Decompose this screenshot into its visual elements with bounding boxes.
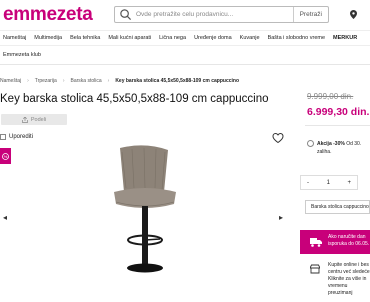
compare-label: Uporediti [9,134,34,140]
product-image [114,145,176,273]
qty-minus-button[interactable]: - [307,180,309,186]
promo-text: Od 30. [346,141,362,147]
promo-text-2: zaliha. [317,149,332,155]
divider [0,64,370,65]
chevron-right-icon: › [27,78,29,84]
share-icon [21,116,28,123]
search-input[interactable]: Ovde pretražite celu prodavnicu... [136,11,293,18]
store-icon [310,264,320,274]
product-page: emmezeta Ovde pretražite celu prodavnicu… [0,0,370,302]
breadcrumb-item[interactable]: Trpezarija [35,78,57,84]
search-button[interactable]: Pretraži [292,7,328,22]
promo-info: Akcija -30% Od 30. zaliha. [307,140,361,156]
next-image-icon[interactable]: ▸ [279,213,283,222]
location-icon[interactable] [350,10,357,19]
chevron-right-icon: › [107,78,110,84]
nav-item-namestaj[interactable]: Nameštaj [1,35,33,41]
old-price: 9.999,00 din. [307,92,354,101]
nav-item-kuvanje[interactable]: Kuvanje [240,35,267,41]
nav-item-basta[interactable]: Bašta i slobodno vreme [268,35,332,41]
main-nav: Nameštaj Multimedija Bela tehnika Mali k… [0,30,370,46]
quantity-stepper[interactable]: - 1 + [300,175,358,190]
promo-badge-icon: % [0,148,11,164]
nav-item-licna-nega[interactable]: Lična nega [159,35,193,41]
pickup-line-4: vremenu preuzimanj [328,283,353,296]
page-title: Key barska stolica 45,5x50,5x88-109 cm c… [0,93,269,105]
cart-line-1: Ako naručite dan [328,234,366,240]
chevron-right-icon: › [62,78,65,84]
nav-item-mali-aparati[interactable]: Mali kućni aparati [108,35,158,41]
breadcrumb: Nameštaj › Trpezarija › Barska stolica › Key b… [0,78,239,84]
pickup-info: Kupite online i bes centru već sledeće K… [300,262,370,297]
pickup-line-2: centru već sledeće [328,269,370,275]
share-label: Podeli [30,116,47,123]
logo[interactable]: emmezeta [3,4,93,26]
truck-icon [310,238,322,247]
breadcrumb-item[interactable]: Nameštaj [0,78,21,84]
nav-item-uredjenje-doma[interactable]: Uređenje doma [194,35,239,41]
cart-line-2: isporuka do 06.05. [328,241,370,247]
add-to-cart-button[interactable]: Ako naručite dan isporuka do 06.05. [300,230,370,254]
divider [305,125,370,126]
qty-plus-button[interactable]: + [347,180,351,186]
pickup-line-3[interactable]: Kliknite za više in [328,276,366,282]
heart-icon[interactable] [272,132,284,144]
compare-checkbox[interactable]: Uporediti [0,134,33,140]
info-icon [307,140,314,148]
search-bar[interactable]: Ovde pretražite celu prodavnicu... Pretr… [114,6,329,23]
search-icon [120,9,132,21]
promo-bold: Akcija -30% [317,141,345,147]
prev-image-icon[interactable]: ◂ [3,213,7,222]
nav-item-merkur[interactable]: MERKUR [333,35,364,41]
nav-item-bela-tehnika[interactable]: Bela tehnika [70,35,107,41]
nav-item-klub[interactable]: Emmezeta klub [3,52,41,58]
svg-text:%: % [4,154,8,159]
checkbox[interactable] [0,134,6,140]
nav-item-multimedija[interactable]: Multimedija [34,35,69,41]
share-button[interactable]: Podeli [1,114,67,125]
pickup-line-1: Kupite online i bes [328,262,369,268]
breadcrumb-item[interactable]: Barska stolica [71,78,102,84]
breadcrumb-current: Key barska stolica 45,5x50,5x88-109 cm c… [115,78,239,84]
variant-select[interactable]: Barska stolica cappuccino [305,200,370,214]
qty-value[interactable]: 1 [327,180,330,186]
sale-price: 6.999,30 din. [307,106,370,118]
